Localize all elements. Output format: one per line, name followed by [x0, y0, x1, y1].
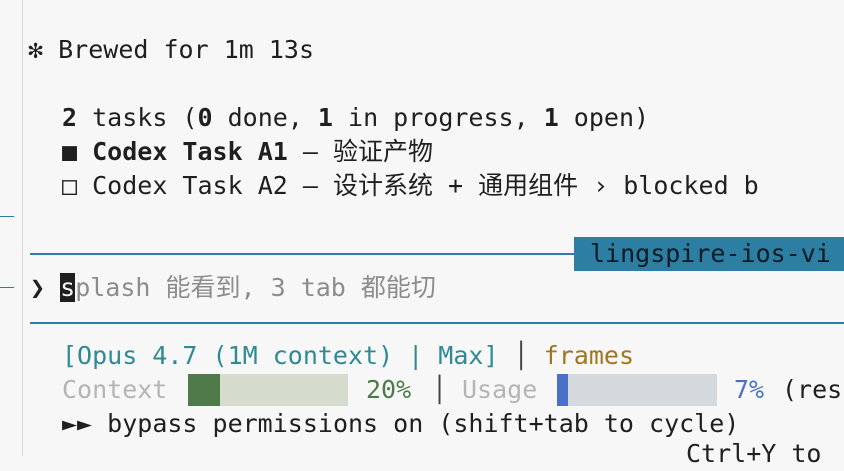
fast-forward-icon: ►► [62, 409, 93, 438]
task-label: Codex Task A2 [92, 171, 288, 200]
text-cursor: s [60, 273, 76, 302]
prompt-placeholder: plash 能看到, 3 tab 都能切 [75, 273, 436, 302]
prompt-top-border [30, 253, 574, 255]
context-progress-bar [188, 374, 348, 406]
usage-progress-fill [557, 374, 569, 406]
in-progress-label: in progress, [332, 103, 544, 132]
prompt-input[interactable]: ❯ splash 能看到, 3 tab 都能切 [30, 271, 436, 305]
asterisk-icon: ✻ [28, 35, 44, 64]
done-count: 0 [197, 103, 213, 132]
task-count: 2 [62, 103, 78, 132]
task-summary-text: tasks ( [77, 103, 198, 132]
model-label: [Opus 4.7 (1M context) | Max] [62, 341, 499, 370]
gutter-tick [0, 287, 14, 288]
model-status: [Opus 4.7 (1M context) | Max] │ frames [62, 339, 634, 373]
in-progress-count: 1 [317, 103, 333, 132]
prompt-chevron-icon: ❯ [30, 273, 46, 302]
task-label: Codex Task A1 [92, 137, 288, 166]
mode-text: bypass permissions on (shift+tab to cycl… [107, 409, 740, 438]
permission-mode: ►► bypass permissions on (shift+tab to c… [62, 407, 739, 441]
task-item: □ Codex Task A2 — 设计系统 + 通用组件 › blocked … [62, 169, 759, 203]
style-label: frames [543, 341, 634, 370]
left-gutter [22, 0, 23, 456]
open-label: open) [558, 103, 650, 132]
done-label: done, [212, 103, 318, 132]
usage-progress-bar [557, 374, 717, 406]
divider: │ [432, 375, 448, 404]
task-suffix: — 验证产物 [287, 137, 433, 166]
context-label: Context [62, 375, 168, 404]
context-percent: 20% [366, 375, 412, 404]
usage-tail: (res [782, 375, 843, 404]
context-progress-fill [188, 374, 220, 406]
filled-square-icon: ■ [62, 137, 78, 166]
empty-square-icon: □ [62, 171, 78, 200]
usage-percent: 7% [734, 375, 765, 404]
session-badge: lingspire-ios-vi [574, 237, 844, 271]
usage-label: Usage [462, 375, 538, 404]
status-text: Brewed for 1m 13s [58, 35, 314, 64]
task-item: ■ Codex Task A1 — 验证产物 [62, 135, 433, 169]
task-suffix: — 设计系统 + 通用组件 › blocked b [287, 171, 759, 200]
divider: │ [513, 341, 529, 370]
open-count: 1 [543, 103, 559, 132]
gutter-tick [0, 216, 14, 217]
task-summary: 2 tasks (0 done, 1 in progress, 1 open) [62, 101, 649, 135]
prompt-bottom-border [30, 322, 844, 324]
keyboard-hint: Ctrl+Y to [686, 439, 822, 468]
status-line: ✻ Brewed for 1m 13s [28, 33, 314, 67]
